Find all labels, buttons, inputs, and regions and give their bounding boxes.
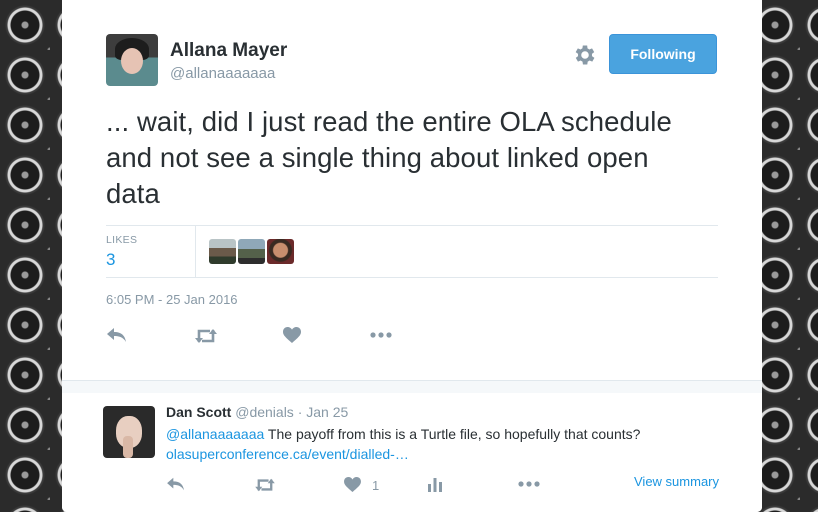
main-tweet: Allana Mayer @allanaaaaaaa Following ...… <box>62 0 762 380</box>
liker-avatar[interactable] <box>209 239 236 264</box>
event-link[interactable]: olasuperconference.ca/event/dialled-… <box>166 446 409 462</box>
reply-text: @allanaaaaaaa The payoff from this is a … <box>166 424 736 464</box>
following-button[interactable]: Following <box>609 34 717 74</box>
retweet-icon[interactable] <box>194 327 218 345</box>
liker-avatar[interactable] <box>267 239 294 264</box>
more-icon[interactable] <box>370 332 392 338</box>
reply-author-avatar[interactable] <box>103 406 155 458</box>
retweet-icon[interactable] <box>254 477 276 493</box>
reply-icon[interactable] <box>166 476 186 492</box>
reply-icon[interactable] <box>106 326 128 344</box>
reply-header: Dan Scott @denials · Jan 25 <box>166 404 348 420</box>
reply-tweet[interactable]: Dan Scott @denials · Jan 25 @allanaaaaaa… <box>62 393 762 512</box>
author-avatar[interactable] <box>106 34 158 86</box>
reply-like-count: 1 <box>372 478 380 493</box>
tweet-card: Allana Mayer @allanaaaaaaa Following ...… <box>62 0 762 512</box>
mention-link[interactable]: @allanaaaaaaa <box>166 426 264 442</box>
heart-icon[interactable] <box>344 477 361 492</box>
stats-divider <box>195 226 196 277</box>
reply-author-name[interactable]: Dan Scott <box>166 404 231 420</box>
analytics-icon[interactable] <box>428 476 442 492</box>
heart-icon[interactable] <box>283 327 301 343</box>
liker-avatar[interactable] <box>238 239 265 264</box>
author-handle[interactable]: @allanaaaaaaa <box>170 65 275 82</box>
likes-count[interactable]: 3 <box>106 250 115 270</box>
more-icon[interactable] <box>518 481 540 487</box>
gear-icon[interactable] <box>572 42 598 68</box>
view-summary-link[interactable]: View summary <box>634 474 719 489</box>
tweet-stats: LIKES 3 <box>106 225 718 278</box>
tweet-text: ... wait, did I just read the entire OLA… <box>106 106 672 209</box>
reply-body: The payoff from this is a Turtle file, s… <box>264 426 641 442</box>
section-divider <box>62 380 762 394</box>
avatar-hand <box>123 436 133 458</box>
avatar-face <box>121 48 143 74</box>
author-name[interactable]: Allana Mayer <box>170 40 287 62</box>
likers-avatars <box>209 239 294 264</box>
tweet-timestamp[interactable]: 6:05 PM - 25 Jan 2016 <box>106 292 238 307</box>
reply-meta[interactable]: @denials · Jan 25 <box>235 404 348 420</box>
likes-label: LIKES <box>106 234 138 246</box>
